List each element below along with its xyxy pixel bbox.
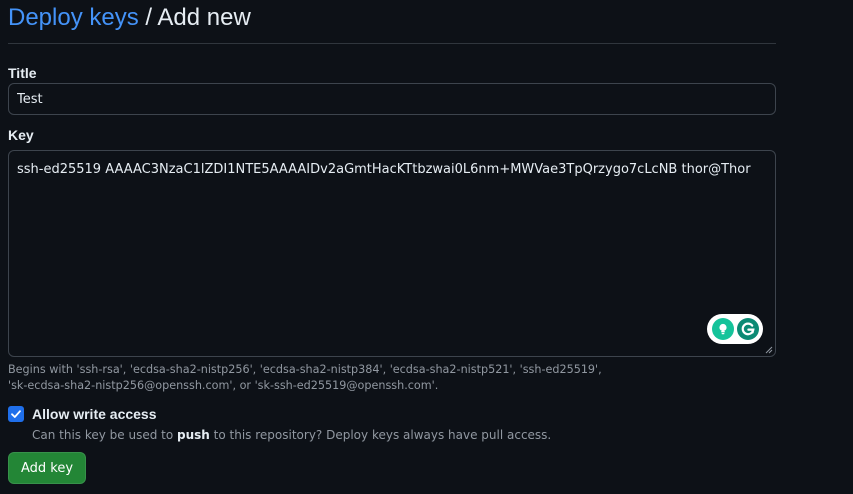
page-header: Deploy keys / Add new xyxy=(8,0,776,44)
key-textarea-wrapper: ssh-ed25519 AAAAC3NzaC1lZDI1NTE5AAAAIDv2… xyxy=(8,150,776,357)
add-key-button[interactable]: Add key xyxy=(8,452,87,484)
grammarly-widget[interactable] xyxy=(707,314,763,344)
write-access-label[interactable]: Allow write access xyxy=(32,406,157,422)
resize-handle-icon[interactable] xyxy=(765,346,773,354)
write-access-desc-bold: push xyxy=(177,428,210,442)
page-title-text: Add new xyxy=(157,4,251,31)
lightbulb-icon[interactable] xyxy=(711,318,734,340)
deploy-key-form-container: Deploy keys / Add new Title Key ssh-ed25… xyxy=(8,0,776,484)
write-access-desc-post: to this repository? Deploy keys always h… xyxy=(209,428,552,442)
write-access-row[interactable]: Allow write access xyxy=(8,404,776,424)
key-format-hint-line2: 'sk-ecdsa-sha2-nistp256@openssh.com', or… xyxy=(8,379,439,392)
checkmark-icon xyxy=(11,410,21,418)
key-textarea[interactable]: ssh-ed25519 AAAAC3NzaC1lZDI1NTE5AAAAIDv2… xyxy=(9,151,775,356)
write-access-desc-pre: Can this key be used to xyxy=(32,428,178,442)
title-input[interactable] xyxy=(8,83,776,115)
title-label: Title xyxy=(8,65,37,81)
breadcrumb-deploy-keys-link[interactable]: Deploy keys xyxy=(8,4,139,31)
key-format-hint: Begins with 'ssh-rsa', 'ecdsa-sha2-nistp… xyxy=(8,362,776,394)
write-access-description: Can this key be used to push to this rep… xyxy=(32,426,776,444)
key-format-hint-line1: Begins with 'ssh-rsa', 'ecdsa-sha2-nistp… xyxy=(8,363,602,376)
grammarly-g-icon[interactable] xyxy=(736,318,759,340)
key-label: Key xyxy=(8,127,34,143)
write-access-checkbox[interactable] xyxy=(8,406,24,422)
breadcrumb-separator: / xyxy=(145,4,153,31)
page-title: Deploy keys / Add new xyxy=(8,3,776,33)
